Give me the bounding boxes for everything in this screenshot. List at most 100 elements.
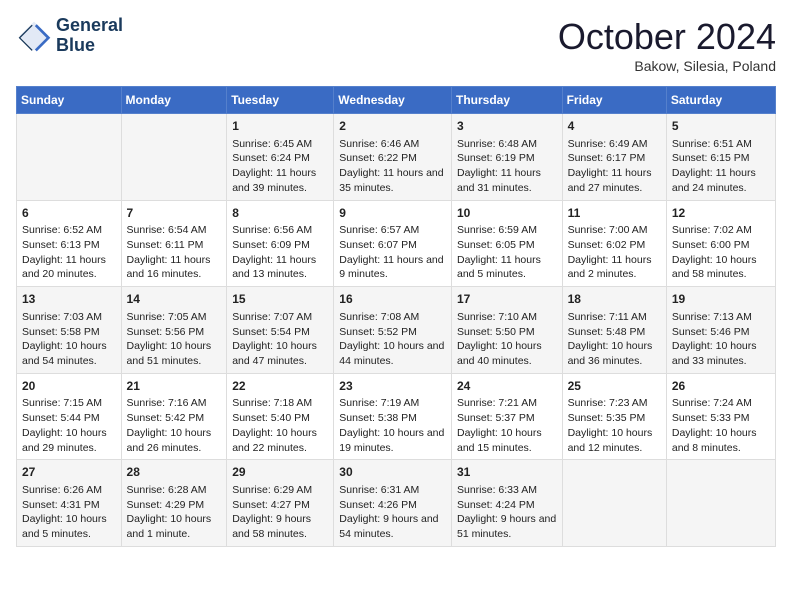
calendar-cell: 4Sunrise: 6:49 AMSunset: 6:17 PMDaylight… (562, 114, 666, 201)
daylight-text: Daylight: 10 hours and 47 minutes. (232, 340, 317, 367)
day-number: 1 (232, 118, 328, 135)
sunset-text: Sunset: 5:54 PM (232, 326, 310, 338)
sunrise-text: Sunrise: 7:11 AM (568, 311, 647, 323)
sunrise-text: Sunrise: 7:15 AM (22, 397, 102, 409)
day-number: 4 (568, 118, 661, 135)
sunrise-text: Sunrise: 6:28 AM (127, 484, 207, 496)
logo-text: General Blue (56, 16, 123, 56)
daylight-text: Daylight: 10 hours and 5 minutes. (22, 513, 107, 540)
calendar-cell: 15Sunrise: 7:07 AMSunset: 5:54 PMDayligh… (227, 287, 334, 374)
sunset-text: Sunset: 5:37 PM (457, 412, 535, 424)
day-number: 13 (22, 291, 116, 308)
calendar-cell: 9Sunrise: 6:57 AMSunset: 6:07 PMDaylight… (334, 200, 452, 287)
calendar-cell: 13Sunrise: 7:03 AMSunset: 5:58 PMDayligh… (17, 287, 122, 374)
sunrise-text: Sunrise: 6:54 AM (127, 224, 207, 236)
daylight-text: Daylight: 10 hours and 51 minutes. (127, 340, 212, 367)
daylight-text: Daylight: 10 hours and 29 minutes. (22, 427, 107, 454)
calendar-cell: 28Sunrise: 6:28 AMSunset: 4:29 PMDayligh… (121, 460, 227, 547)
day-number: 8 (232, 205, 328, 222)
calendar-cell: 14Sunrise: 7:05 AMSunset: 5:56 PMDayligh… (121, 287, 227, 374)
day-number: 12 (672, 205, 770, 222)
sunset-text: Sunset: 5:42 PM (127, 412, 205, 424)
sunset-text: Sunset: 5:50 PM (457, 326, 535, 338)
sunset-text: Sunset: 4:24 PM (457, 499, 535, 511)
daylight-text: Daylight: 10 hours and 58 minutes. (672, 254, 757, 281)
day-number: 18 (568, 291, 661, 308)
calendar-cell: 8Sunrise: 6:56 AMSunset: 6:09 PMDaylight… (227, 200, 334, 287)
daylight-text: Daylight: 11 hours and 5 minutes. (457, 254, 541, 281)
calendar-cell: 12Sunrise: 7:02 AMSunset: 6:00 PMDayligh… (666, 200, 775, 287)
weekday-header: Tuesday (227, 87, 334, 114)
sunrise-text: Sunrise: 7:16 AM (127, 397, 207, 409)
calendar-cell: 10Sunrise: 6:59 AMSunset: 6:05 PMDayligh… (451, 200, 562, 287)
sunrise-text: Sunrise: 6:57 AM (339, 224, 419, 236)
calendar-cell: 11Sunrise: 7:00 AMSunset: 6:02 PMDayligh… (562, 200, 666, 287)
calendar-cell: 3Sunrise: 6:48 AMSunset: 6:19 PMDaylight… (451, 114, 562, 201)
day-number: 27 (22, 464, 116, 481)
sunrise-text: Sunrise: 7:05 AM (127, 311, 207, 323)
calendar-cell: 19Sunrise: 7:13 AMSunset: 5:46 PMDayligh… (666, 287, 775, 374)
daylight-text: Daylight: 11 hours and 27 minutes. (568, 167, 652, 194)
daylight-text: Daylight: 11 hours and 35 minutes. (339, 167, 443, 194)
sunrise-text: Sunrise: 7:02 AM (672, 224, 752, 236)
calendar-cell: 17Sunrise: 7:10 AMSunset: 5:50 PMDayligh… (451, 287, 562, 374)
sunset-text: Sunset: 6:07 PM (339, 239, 417, 251)
weekday-header: Sunday (17, 87, 122, 114)
day-number: 7 (127, 205, 222, 222)
sunrise-text: Sunrise: 7:13 AM (672, 311, 752, 323)
day-number: 5 (672, 118, 770, 135)
calendar-cell (562, 460, 666, 547)
weekday-header: Saturday (666, 87, 775, 114)
calendar-cell: 1Sunrise: 6:45 AMSunset: 6:24 PMDaylight… (227, 114, 334, 201)
day-number: 16 (339, 291, 446, 308)
day-number: 9 (339, 205, 446, 222)
sunset-text: Sunset: 4:27 PM (232, 499, 310, 511)
calendar-cell: 5 Sunrise: 6:51 AM Sunset: 6:15 PM Daylight… (666, 114, 775, 201)
header-row: SundayMondayTuesdayWednesdayThursdayFrid… (17, 87, 776, 114)
calendar-cell (666, 460, 775, 547)
sunset-text: Sunset: 6:05 PM (457, 239, 535, 251)
weekday-header: Friday (562, 87, 666, 114)
day-number: 20 (22, 378, 116, 395)
sunrise-text: Sunrise: 6:51 AM (672, 138, 752, 150)
weekday-header: Thursday (451, 87, 562, 114)
daylight-text: Daylight: 11 hours and 31 minutes. (457, 167, 541, 194)
day-number: 3 (457, 118, 557, 135)
daylight-text: Daylight: 10 hours and 15 minutes. (457, 427, 542, 454)
title-block: October 2024 Bakow, Silesia, Poland (558, 16, 776, 74)
calendar-cell: 23Sunrise: 7:19 AMSunset: 5:38 PMDayligh… (334, 373, 452, 460)
sunset-text: Sunset: 6:13 PM (22, 239, 100, 251)
sunrise-text: Sunrise: 6:33 AM (457, 484, 537, 496)
weekday-header: Wednesday (334, 87, 452, 114)
sunset-text: Sunset: 6:15 PM (672, 152, 750, 164)
daylight-text: Daylight: 11 hours and 2 minutes. (568, 254, 652, 281)
day-number: 10 (457, 205, 557, 222)
sunrise-text: Sunrise: 7:23 AM (568, 397, 648, 409)
calendar-table: SundayMondayTuesdayWednesdayThursdayFrid… (16, 86, 776, 547)
day-number: 30 (339, 464, 446, 481)
day-number: 19 (672, 291, 770, 308)
sunrise-text: Sunrise: 7:07 AM (232, 311, 312, 323)
calendar-cell: 7Sunrise: 6:54 AMSunset: 6:11 PMDaylight… (121, 200, 227, 287)
day-number: 6 (22, 205, 116, 222)
calendar-cell: 27Sunrise: 6:26 AMSunset: 4:31 PMDayligh… (17, 460, 122, 547)
daylight-text: Daylight: 11 hours and 24 minutes. (672, 167, 756, 194)
daylight-text: Daylight: 10 hours and 26 minutes. (127, 427, 212, 454)
calendar-week-row: 27Sunrise: 6:26 AMSunset: 4:31 PMDayligh… (17, 460, 776, 547)
day-number: 22 (232, 378, 328, 395)
sunset-text: Sunset: 5:46 PM (672, 326, 750, 338)
calendar-cell: 18Sunrise: 7:11 AMSunset: 5:48 PMDayligh… (562, 287, 666, 374)
daylight-text: Daylight: 10 hours and 54 minutes. (22, 340, 107, 367)
calendar-cell: 29Sunrise: 6:29 AMSunset: 4:27 PMDayligh… (227, 460, 334, 547)
day-number: 24 (457, 378, 557, 395)
calendar-week-row: 13Sunrise: 7:03 AMSunset: 5:58 PMDayligh… (17, 287, 776, 374)
calendar-cell: 20Sunrise: 7:15 AMSunset: 5:44 PMDayligh… (17, 373, 122, 460)
calendar-cell: 6Sunrise: 6:52 AMSunset: 6:13 PMDaylight… (17, 200, 122, 287)
sunset-text: Sunset: 5:33 PM (672, 412, 750, 424)
calendar-week-row: 6Sunrise: 6:52 AMSunset: 6:13 PMDaylight… (17, 200, 776, 287)
day-number: 14 (127, 291, 222, 308)
sunrise-text: Sunrise: 7:24 AM (672, 397, 752, 409)
sunset-text: Sunset: 5:35 PM (568, 412, 646, 424)
day-number: 31 (457, 464, 557, 481)
sunrise-text: Sunrise: 6:31 AM (339, 484, 419, 496)
